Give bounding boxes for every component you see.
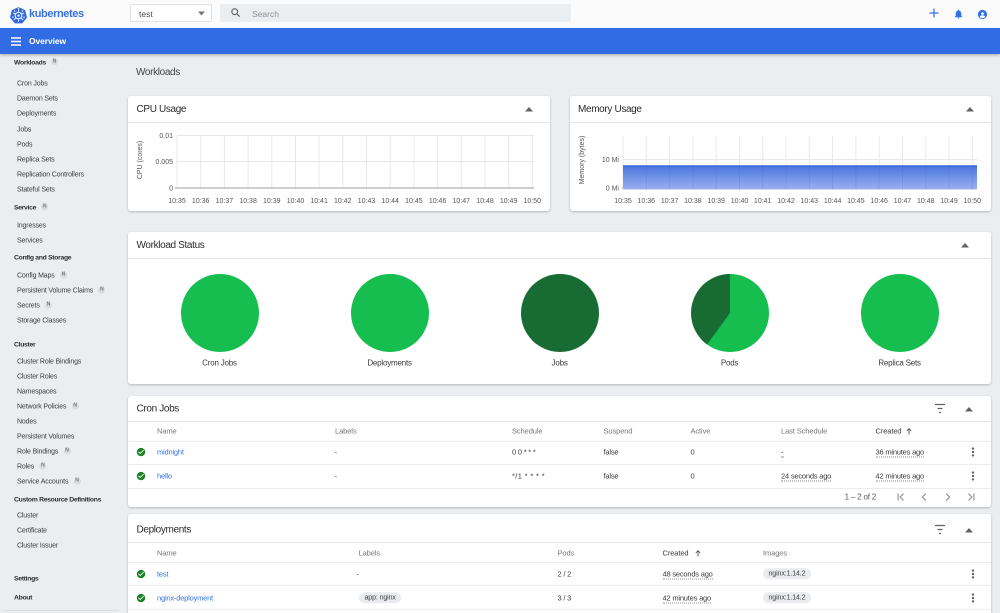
svg-text:10:41: 10:41 <box>310 198 328 205</box>
svg-text:10:36: 10:36 <box>637 198 655 205</box>
svg-text:10:48: 10:48 <box>917 198 935 205</box>
svg-text:10:44: 10:44 <box>823 198 841 205</box>
svg-text:10:46: 10:46 <box>870 198 888 205</box>
svg-text:10:42: 10:42 <box>334 198 352 205</box>
svg-text:10:37: 10:37 <box>660 198 678 205</box>
svg-text:0.005: 0.005 <box>155 159 173 166</box>
svg-text:10:41: 10:41 <box>753 198 771 205</box>
svg-text:0.01: 0.01 <box>159 133 173 140</box>
svg-text:10:35: 10:35 <box>614 198 632 205</box>
svg-text:0: 0 <box>169 186 173 193</box>
svg-text:10:46: 10:46 <box>429 198 447 205</box>
svg-text:10:39: 10:39 <box>263 198 281 205</box>
svg-text:10:38: 10:38 <box>239 198 257 205</box>
svg-text:10:37: 10:37 <box>216 198 234 205</box>
svg-text:10:35: 10:35 <box>168 198 186 205</box>
svg-text:10 Mi: 10 Mi <box>601 157 619 164</box>
svg-text:10:39: 10:39 <box>707 198 725 205</box>
svg-text:10:45: 10:45 <box>847 198 865 205</box>
svg-text:10:45: 10:45 <box>405 198 423 205</box>
svg-text:10:47: 10:47 <box>453 198 471 205</box>
svg-text:10:40: 10:40 <box>287 198 305 205</box>
svg-text:0 Mi: 0 Mi <box>605 186 619 193</box>
svg-text:10:48: 10:48 <box>476 198 494 205</box>
svg-text:10:42: 10:42 <box>777 198 795 205</box>
svg-text:10:44: 10:44 <box>381 198 399 205</box>
svg-text:10:50: 10:50 <box>524 198 542 205</box>
svg-text:10:47: 10:47 <box>893 198 911 205</box>
svg-text:10:50: 10:50 <box>963 198 981 205</box>
svg-text:10:38: 10:38 <box>684 198 702 205</box>
svg-text:10:36: 10:36 <box>192 198 210 205</box>
svg-text:10:49: 10:49 <box>940 198 958 205</box>
svg-text:10:40: 10:40 <box>730 198 748 205</box>
svg-text:10:43: 10:43 <box>800 198 818 205</box>
svg-text:10:43: 10:43 <box>358 198 376 205</box>
svg-text:Memory (bytes): Memory (bytes) <box>579 136 586 185</box>
svg-text:10:49: 10:49 <box>500 198 518 205</box>
svg-text:CPU (cores): CPU (cores) <box>137 141 144 180</box>
